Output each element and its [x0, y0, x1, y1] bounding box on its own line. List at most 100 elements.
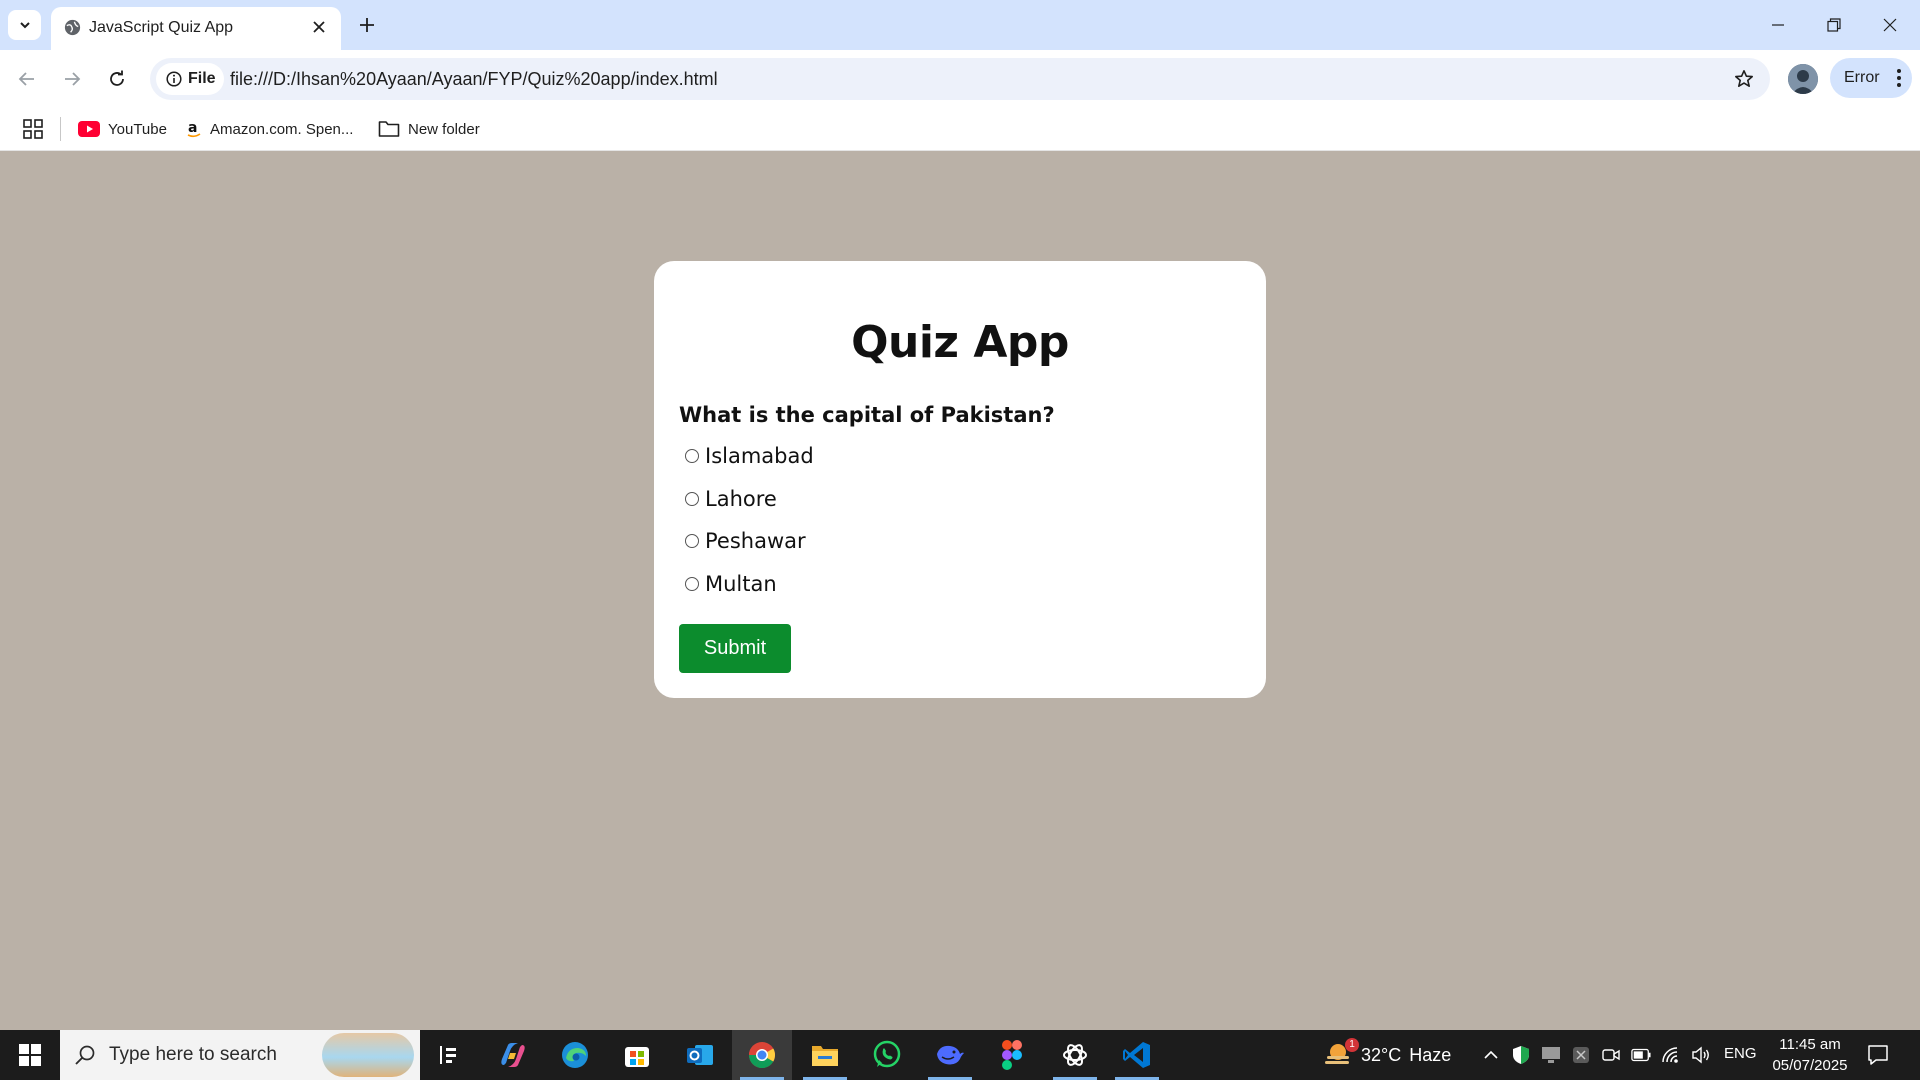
folder-icon — [378, 121, 400, 137]
bookmark-youtube[interactable]: YouTube — [78, 115, 167, 143]
option-radio[interactable] — [685, 534, 699, 548]
active-tab[interactable]: JavaScript Quiz App — [51, 7, 341, 50]
option-radio[interactable] — [685, 449, 699, 463]
bookmark-amazon[interactable]: a Amazon.com. Spen... — [186, 115, 353, 143]
chevron-up-icon — [1484, 1050, 1498, 1059]
close-window-button[interactable] — [1862, 0, 1918, 50]
start-button[interactable] — [0, 1030, 60, 1080]
figma-icon — [1002, 1040, 1022, 1070]
weather-temperature: 32°C — [1361, 1044, 1402, 1065]
tray-network[interactable] — [1661, 1045, 1681, 1065]
tray-security[interactable] — [1511, 1045, 1531, 1065]
input-language[interactable]: ENG — [1724, 1045, 1757, 1062]
tray-meet-now[interactable] — [1601, 1045, 1621, 1065]
chrome-icon — [748, 1042, 776, 1069]
taskbar-whatsapp[interactable] — [857, 1030, 917, 1080]
taskbar-edge[interactable] — [545, 1030, 605, 1080]
tab-search-button[interactable] — [8, 10, 41, 40]
task-view-icon — [440, 1046, 456, 1064]
system-clock[interactable]: 11:45 am 05/07/2025 — [1768, 1034, 1852, 1076]
quiz-title: Quiz App — [851, 317, 1069, 368]
tray-battery[interactable] — [1631, 1045, 1651, 1065]
clock-time: 11:45 am — [1779, 1036, 1841, 1053]
show-hidden-icons-button[interactable] — [1481, 1045, 1501, 1065]
taskbar-task-view[interactable] — [420, 1030, 480, 1080]
svg-text:a: a — [188, 120, 197, 136]
taskbar-vscode[interactable] — [1107, 1030, 1167, 1080]
option-islamabad[interactable]: Islamabad — [685, 444, 814, 468]
option-radio[interactable] — [685, 577, 699, 591]
bookmark-star-button[interactable] — [1732, 67, 1756, 91]
tab-strip: JavaScript Quiz App — [0, 0, 1920, 50]
weather-widget[interactable]: 1 32°C Haze — [1323, 1030, 1451, 1080]
bookmarks-divider — [60, 117, 61, 141]
tray-app[interactable] — [1571, 1045, 1591, 1065]
question-text: What is the capital of Pakistan? — [679, 403, 1055, 427]
arrow-left-icon — [18, 72, 34, 86]
arrow-right-icon — [65, 72, 81, 86]
shield-icon — [1513, 1046, 1529, 1064]
taskbar-figma[interactable] — [982, 1030, 1042, 1080]
option-peshawar[interactable]: Peshawar — [685, 529, 806, 553]
youtube-icon — [78, 121, 100, 137]
url-text[interactable]: file:///D:/Ihsan%20Ayaan/Ayaan/FYP/Quiz%… — [230, 69, 718, 90]
submit-button[interactable]: Submit — [679, 624, 791, 673]
taskbar-copilot[interactable] — [483, 1030, 543, 1080]
taskbar-chatgpt[interactable] — [1045, 1030, 1105, 1080]
taskbar-chrome[interactable] — [732, 1030, 792, 1080]
wifi-icon — [1662, 1047, 1678, 1063]
bookmark-label: Amazon.com. Spen... — [210, 120, 354, 138]
notification-center-icon[interactable] — [1866, 1043, 1890, 1067]
profile-avatar[interactable] — [1788, 64, 1818, 94]
page-viewport: Quiz App What is the capital of Pakistan… — [0, 151, 1920, 1030]
monitor-icon — [1542, 1047, 1560, 1063]
tray-display[interactable] — [1541, 1045, 1561, 1065]
taskbar-outlook[interactable] — [670, 1030, 730, 1080]
bookmark-label: YouTube — [108, 120, 167, 138]
option-label: Lahore — [705, 487, 777, 511]
taskbar-deepseek[interactable] — [920, 1030, 980, 1080]
speaker-icon — [1692, 1046, 1709, 1064]
chevron-down-icon — [19, 22, 30, 29]
taskbar-search-box[interactable]: Type here to search — [60, 1030, 420, 1080]
option-label: Peshawar — [705, 529, 806, 553]
site-info-chip[interactable]: File — [156, 63, 224, 95]
reload-button[interactable] — [100, 62, 134, 96]
profile-error-button[interactable]: Error — [1830, 58, 1912, 98]
address-bar[interactable]: File file:///D:/Ihsan%20Ayaan/Ayaan/FYP/… — [150, 58, 1770, 100]
error-label: Error — [1844, 69, 1880, 86]
option-label: Multan — [705, 572, 777, 596]
site-chip-label: File — [188, 70, 216, 87]
battery-icon — [1631, 1048, 1651, 1062]
apps-grid-icon[interactable] — [22, 118, 44, 140]
reload-icon — [110, 70, 124, 86]
taskbar-file-explorer[interactable] — [795, 1030, 855, 1080]
bookmark-label: New folder — [408, 120, 480, 138]
info-icon — [166, 71, 182, 87]
clock-date: 05/07/2025 — [1772, 1057, 1848, 1074]
option-label: Islamabad — [705, 444, 814, 468]
bookmark-new-folder[interactable]: New folder — [378, 115, 480, 143]
taskbar-microsoft-store[interactable] — [607, 1030, 667, 1080]
option-lahore[interactable]: Lahore — [685, 487, 777, 511]
browser-toolbar: File file:///D:/Ihsan%20Ayaan/Ayaan/FYP/… — [0, 50, 1920, 107]
search-highlight-image[interactable] — [322, 1033, 414, 1077]
new-tab-button[interactable] — [352, 10, 382, 40]
file-explorer-icon — [812, 1046, 838, 1066]
tray-volume[interactable] — [1691, 1045, 1711, 1065]
back-button[interactable] — [10, 62, 44, 96]
option-radio[interactable] — [685, 492, 699, 506]
more-menu-icon[interactable] — [1896, 68, 1902, 88]
forward-button[interactable] — [55, 62, 89, 96]
store-icon — [625, 1047, 649, 1067]
restore-button[interactable] — [1806, 0, 1862, 50]
windows-logo-icon — [19, 1044, 41, 1066]
tab-title: JavaScript Quiz App — [89, 19, 234, 36]
camera-icon — [1602, 1049, 1620, 1061]
option-multan[interactable]: Multan — [685, 572, 777, 596]
close-tab-button[interactable] — [307, 15, 331, 39]
star-icon — [1735, 70, 1753, 87]
minimize-button[interactable] — [1750, 0, 1806, 50]
app-tray-icon — [1573, 1047, 1589, 1063]
weather-alert-badge: 1 — [1345, 1038, 1359, 1052]
